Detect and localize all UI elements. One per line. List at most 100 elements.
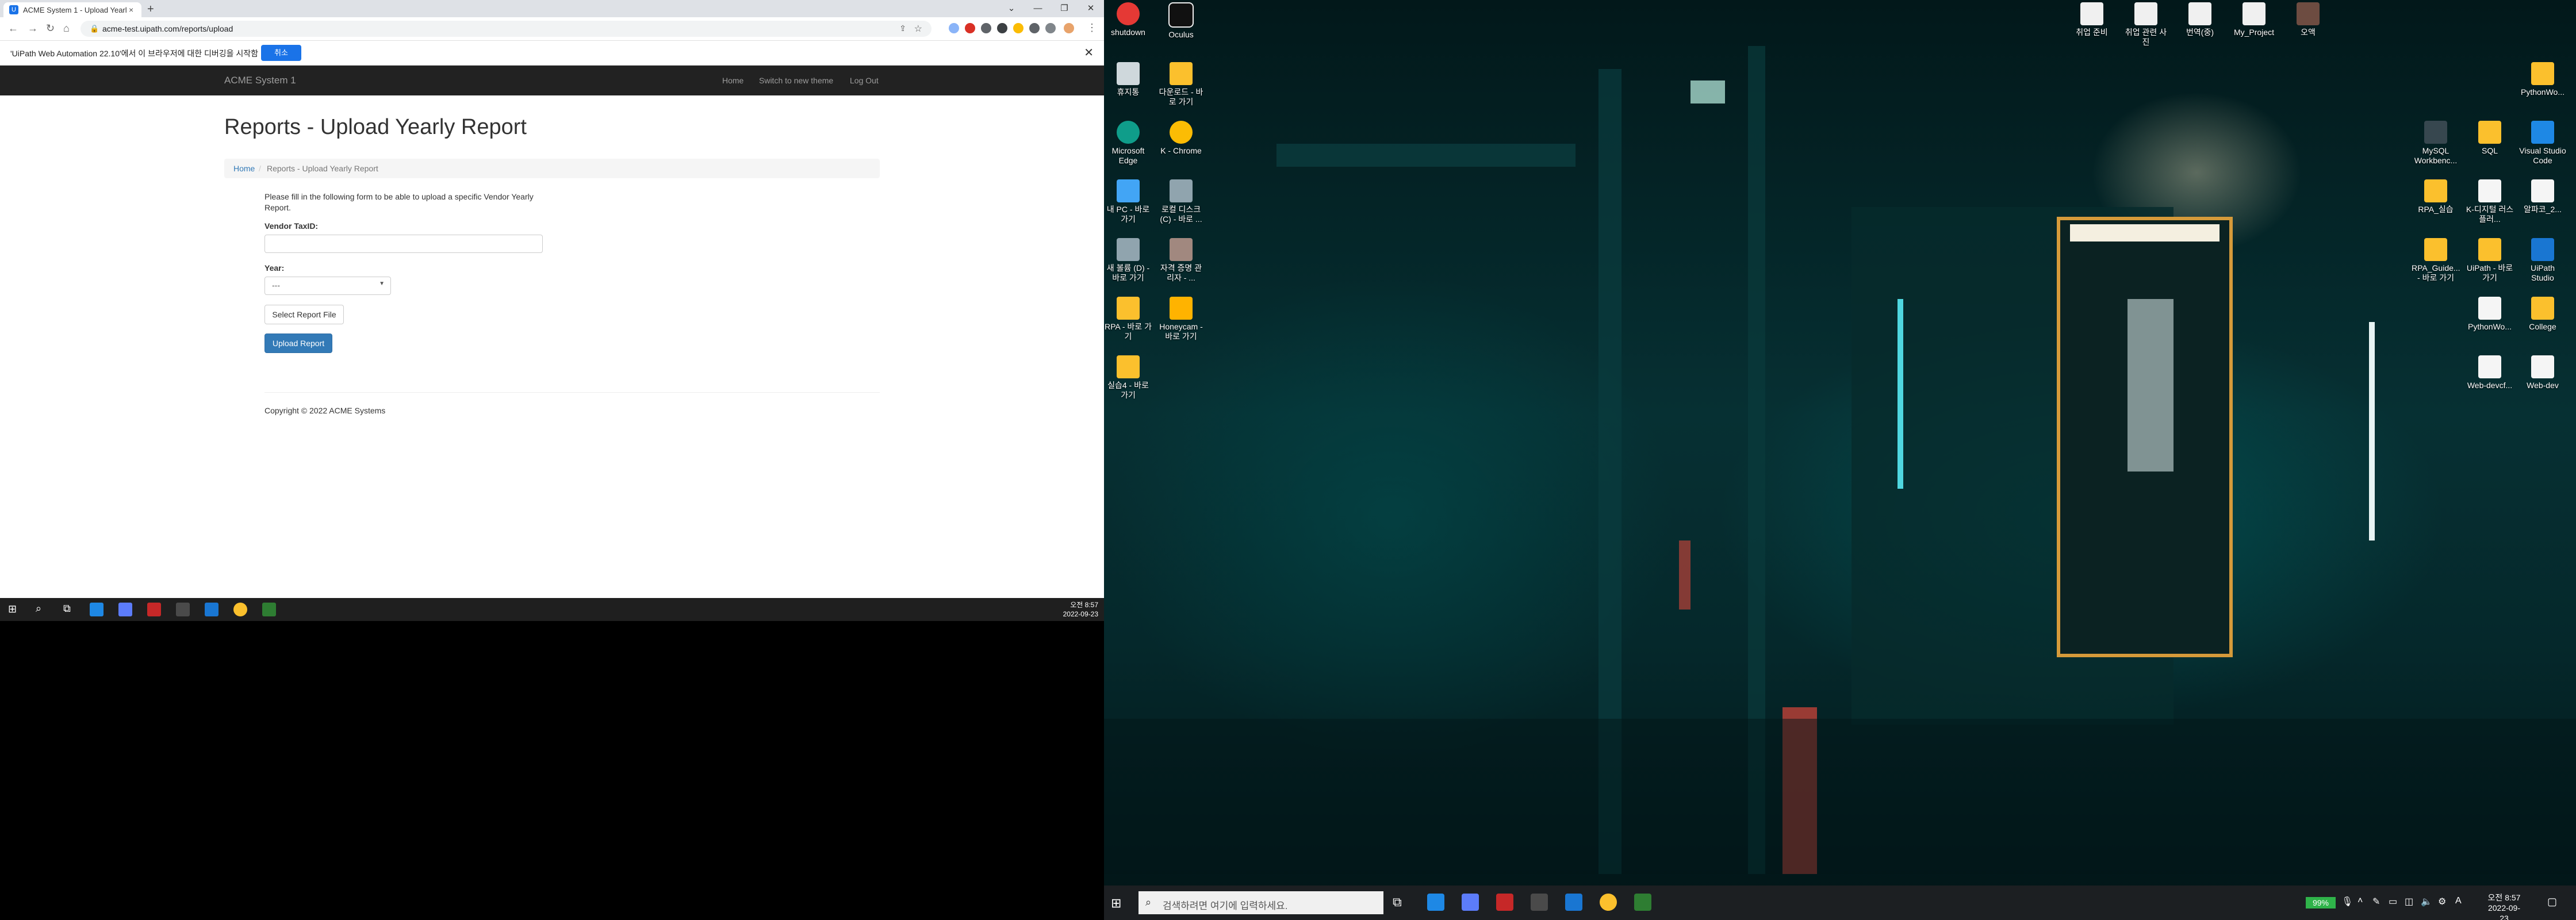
honeycam-icon: [1170, 297, 1193, 320]
desktop-icon-web-dev[interactable]: Web-dev: [2518, 355, 2567, 390]
chrome-icon[interactable]: [233, 603, 247, 616]
extension-icon-4[interactable]: [1013, 23, 1023, 33]
desktop-icon-shutdown[interactable]: shutdown: [1104, 2, 1152, 37]
chevron-up-icon[interactable]: ˄: [2358, 896, 2363, 906]
browser-tab[interactable]: U ACME System 1 - Upload Yearly ×: [3, 2, 141, 17]
extensions-puzzle-icon[interactable]: [1029, 23, 1040, 33]
right-taskbar-clock[interactable]: 오전 8:57 2022-09-23: [2484, 892, 2524, 920]
nav-logout-link[interactable]: Log Out: [850, 76, 879, 85]
restore-button[interactable]: ❐: [1051, 0, 1078, 17]
desktop-icon-uipath-shortcut[interactable]: UiPath - 바로 가기: [2466, 238, 2514, 283]
task-view-icon[interactable]: ⧉: [63, 603, 71, 615]
extension-icon[interactable]: [949, 23, 959, 33]
desktop-icon-k-digital[interactable]: K-디지털 러스플러...: [2466, 179, 2514, 224]
close-window-button[interactable]: ✕: [1078, 0, 1104, 17]
desktop-icon-volume-d[interactable]: 새 볼륨 (D) - 바로 가기: [1104, 238, 1152, 283]
volume-icon[interactable]: 🔈: [2421, 896, 2432, 907]
taskbar-search-box[interactable]: ⌕ 검색하려면 여기에 입력하세요.: [1138, 891, 1383, 914]
select-report-file-button[interactable]: Select Report File: [264, 305, 344, 324]
menu-kebab-icon[interactable]: ⋮: [1087, 22, 1097, 34]
app-l-icon[interactable]: [90, 603, 103, 616]
network-app-icon[interactable]: [118, 603, 132, 616]
ime-indicator[interactable]: A: [2455, 896, 2462, 906]
desktop-icon-rpa-practice[interactable]: RPA_실습: [2412, 179, 2460, 214]
game-controller-icon[interactable]: [1531, 894, 1548, 911]
terminal-app-icon[interactable]: [1634, 894, 1651, 911]
profile-avatar[interactable]: [1064, 23, 1074, 33]
desktop-icon-mysql[interactable]: MySQL Workbenc...: [2412, 121, 2460, 166]
opera-browser-icon[interactable]: [1496, 894, 1513, 911]
network-app-icon[interactable]: [1462, 894, 1479, 911]
desktop-icon-job-prep[interactable]: 취업 준비: [2068, 2, 2116, 37]
desktop-icon-alphaco[interactable]: 알파코_2...: [2518, 179, 2567, 214]
opera-extension-icon[interactable]: [965, 23, 975, 33]
bookmark-star-icon[interactable]: ☆: [914, 23, 922, 34]
desktop-icon-recycle-bin[interactable]: 휴지통: [1104, 62, 1152, 97]
notification-icon[interactable]: ▢: [2547, 896, 2557, 908]
desktop-icon-local-disk-c[interactable]: 로컬 디스크 (C) - 바로 ...: [1157, 179, 1205, 224]
back-arrow-icon[interactable]: ←: [8, 22, 18, 34]
battery-icon[interactable]: ▭: [2389, 896, 2397, 907]
desktop-icon-downloads[interactable]: 다운로드 - 바로 가기: [1157, 62, 1205, 107]
desktop-icon-web-devcf[interactable]: Web-devcf...: [2466, 355, 2514, 390]
year-select[interactable]: --- ▼: [264, 277, 391, 295]
desktop-icon-my-project[interactable]: My_Project: [2230, 2, 2278, 37]
nav-home-link[interactable]: Home: [722, 76, 743, 85]
desktop-icon-my-pc[interactable]: 내 PC - 바로 가기: [1104, 179, 1152, 224]
game-controller-icon[interactable]: [176, 603, 190, 616]
uipath-studio-icon[interactable]: [1565, 894, 1582, 911]
home-icon[interactable]: ⌂: [63, 22, 70, 34]
search-icon[interactable]: ⌕: [36, 603, 41, 615]
desktop-icon-chrome[interactable]: K - Chrome: [1157, 121, 1205, 156]
uipath-studio-icon[interactable]: [205, 603, 218, 616]
settings-icon[interactable]: ⚙: [2438, 896, 2446, 907]
battery-indicator[interactable]: 99%: [2306, 897, 2336, 908]
infobar-cancel-button[interactable]: 취소: [261, 45, 301, 61]
tab-search-button[interactable]: ⌄: [998, 0, 1025, 17]
desktop-icon-translation[interactable]: 번역(중): [2176, 2, 2224, 37]
windows-start-icon[interactable]: ⊞: [8, 603, 17, 615]
chrome-icon[interactable]: [1600, 894, 1617, 911]
upload-report-button[interactable]: Upload Report: [264, 334, 332, 353]
desktop-icon-oaek[interactable]: 오액: [2284, 2, 2332, 37]
desktop-icon-uipath-studio[interactable]: UiPath Studio: [2518, 238, 2567, 283]
extension-icon-2[interactable]: [981, 23, 991, 33]
vendor-taxid-input[interactable]: [264, 235, 543, 253]
desktop-icon-pythonwo-1[interactable]: PythonWo...: [2518, 62, 2567, 97]
desktop-icon-rpa[interactable]: RPA - 바로 가기: [1104, 297, 1152, 342]
breadcrumb-home-link[interactable]: Home: [233, 159, 255, 178]
task-view-icon[interactable]: ⧉: [1393, 895, 1402, 910]
site-brand[interactable]: ACME System 1: [224, 75, 296, 86]
desktop-icon-practice4[interactable]: 실습4 - 바로 가기: [1104, 355, 1152, 400]
terminal-app-icon[interactable]: [262, 603, 276, 616]
nav-switch-theme-link[interactable]: Switch to new theme: [759, 76, 833, 85]
share-icon[interactable]: ⇪: [899, 24, 906, 33]
tab-close-icon[interactable]: ×: [129, 5, 133, 14]
reload-icon[interactable]: ↻: [46, 22, 55, 34]
folder-icon: [1117, 355, 1140, 378]
address-bar[interactable]: 🔒 acme-test.uipath.com/reports/upload ⇪ …: [80, 21, 931, 37]
left-taskbar-clock[interactable]: 오전 8:57 2022-09-23: [1063, 600, 1098, 619]
extension-icon-3[interactable]: [997, 23, 1007, 33]
microphone-icon[interactable]: 🎙: [2341, 896, 2353, 907]
opera-browser-icon[interactable]: [147, 603, 161, 616]
infobar-close-icon[interactable]: ✕: [1084, 45, 1094, 60]
forward-arrow-icon[interactable]: →: [28, 22, 38, 34]
desktop-icon-sql[interactable]: SQL: [2466, 121, 2514, 156]
side-panel-icon[interactable]: [1045, 23, 1056, 33]
minimize-button[interactable]: —: [1025, 0, 1051, 17]
desktop-icon-college[interactable]: College: [2518, 297, 2567, 332]
desktop-icon-edge[interactable]: Microsoft Edge: [1104, 121, 1152, 166]
desktop-icon-credential-manager[interactable]: 자격 증명 관리자 - ...: [1157, 238, 1205, 283]
app-l-icon[interactable]: [1427, 894, 1444, 911]
desktop-icon-job-photos[interactable]: 취업 관련 사진: [2122, 2, 2170, 47]
desktop-icon-vscode[interactable]: Visual Studio Code: [2518, 121, 2567, 166]
pen-icon[interactable]: ✎: [2372, 896, 2380, 907]
desktop-icon-oculus[interactable]: Oculus: [1157, 2, 1205, 40]
desktop-icon-rpa-guide[interactable]: RPA_Guide... - 바로 가기: [2412, 238, 2460, 283]
desktop-icon-honeycam[interactable]: Honeycam - 바로 가기: [1157, 297, 1205, 342]
windows-start-icon[interactable]: ⊞: [1111, 896, 1121, 911]
new-tab-button[interactable]: +: [147, 3, 154, 15]
network-icon[interactable]: ◫: [2405, 896, 2413, 907]
desktop-icon-pythonwo-2[interactable]: PythonWo...: [2466, 297, 2514, 332]
